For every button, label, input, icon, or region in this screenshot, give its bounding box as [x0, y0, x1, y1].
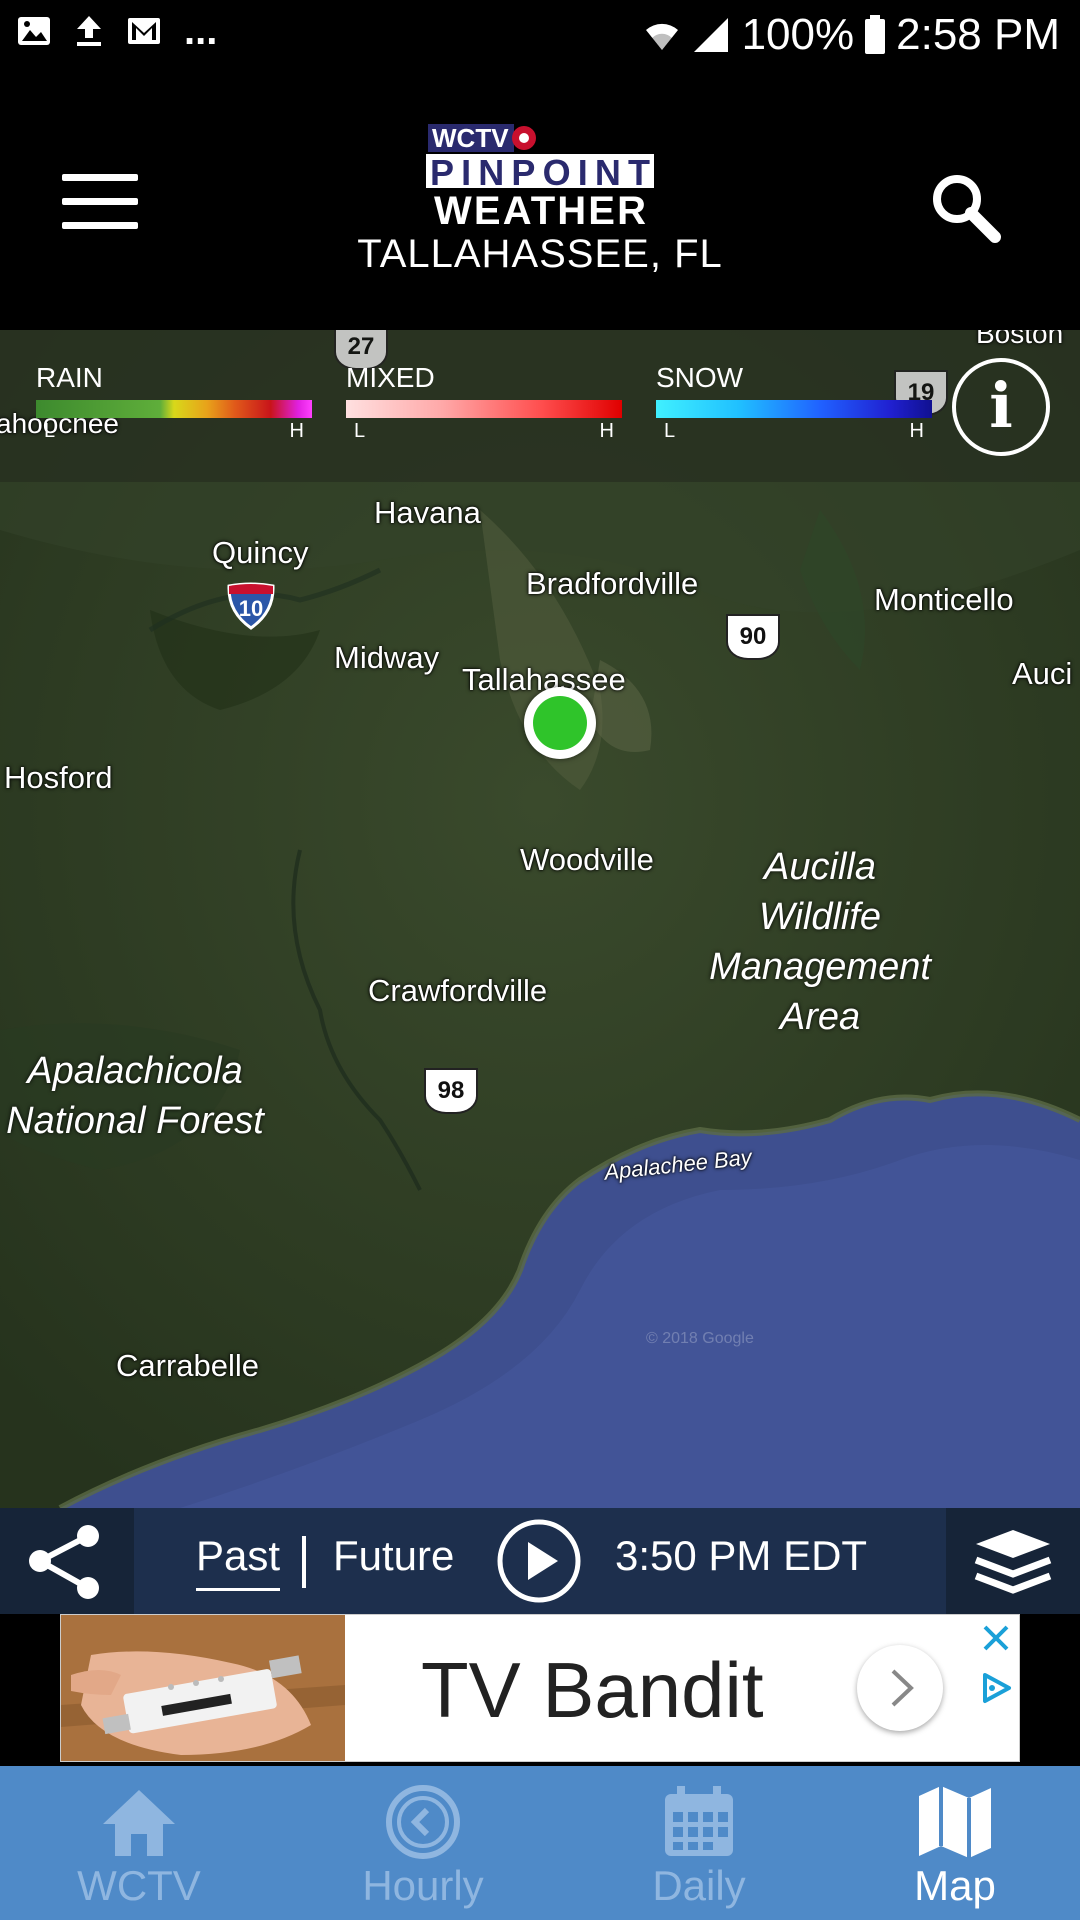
ad-title: TV Bandit	[421, 1646, 764, 1734]
nav-item-wctv[interactable]: WCTV	[4, 1766, 274, 1920]
layers-icon	[974, 1530, 1052, 1594]
gallery-notification-icon	[18, 17, 50, 45]
app-header: WCTV PINPOINT WEATHER TALLAHASSEE, FL	[0, 72, 1080, 330]
legend-snow: SNOW LH	[656, 362, 932, 443]
place-havana: Havana	[374, 495, 481, 530]
upload-notification-icon	[77, 16, 101, 46]
place-monticello: Monticello	[874, 582, 1014, 617]
search-icon	[933, 175, 1001, 243]
legend-rain-bar	[36, 400, 312, 418]
radar-playback-bar: Past Future 3:50 PM EDT	[0, 1508, 1080, 1614]
place-hosford: Hosford	[4, 760, 113, 795]
share-icon	[29, 1525, 99, 1599]
search-button[interactable]	[925, 167, 1005, 247]
location-title: TALLAHASSEE, FL	[357, 232, 723, 276]
legend-snow-title: SNOW	[656, 362, 744, 393]
nav-item-map[interactable]: Map	[820, 1766, 1080, 1920]
clock-icon	[386, 1785, 460, 1859]
radar-map[interactable]: Havana Quincy Bradfordville Monticello M…	[0, 330, 1080, 1508]
legend-mixed: MIXED LH	[346, 362, 622, 443]
place-bradfordville: Bradfordville	[526, 566, 699, 601]
battery-icon	[865, 15, 886, 54]
layers-button[interactable]	[946, 1508, 1080, 1614]
battery-percent: 100%	[741, 10, 855, 59]
close-icon	[983, 1625, 1009, 1651]
bottom-navigation: WCTV Hourly Daily Map	[0, 1766, 1080, 1920]
legend-rain-title: RAIN	[36, 362, 103, 393]
nav-label-hourly: Hourly	[362, 1862, 484, 1909]
nav-item-hourly[interactable]: Hourly	[288, 1766, 558, 1920]
ad-box[interactable]: TV Bandit	[60, 1614, 1020, 1762]
home-icon	[103, 1790, 175, 1856]
clock: 2:58 PM	[896, 10, 1060, 59]
nav-label-map: Map	[914, 1862, 996, 1909]
region-aucilla-wma: Aucilla Wildlife Management Area	[709, 846, 931, 1038]
info-button[interactable]: i	[952, 358, 1050, 456]
place-midway: Midway	[334, 640, 440, 675]
region-apalachicola-nf: Apalachicola National Forest	[6, 1050, 264, 1142]
us-98-shield: 98	[424, 1068, 478, 1114]
radar-timestamp: 3:50 PM EDT	[615, 1532, 868, 1579]
chevron-right-icon	[891, 1669, 914, 1707]
place-woodville: Woodville	[520, 842, 654, 877]
gmail-notification-icon	[128, 18, 160, 44]
map-icon	[919, 1786, 991, 1858]
more-notifications: ...	[184, 9, 218, 53]
play-button[interactable]	[496, 1518, 582, 1604]
place-quincy: Quincy	[212, 535, 309, 570]
current-location-marker	[524, 687, 596, 759]
status-bar: ... 100% 2:58 PM	[0, 0, 1080, 72]
map-attribution: © 2018 Google	[646, 1330, 754, 1347]
legend-mixed-bar	[346, 400, 622, 418]
svg-text:WCTV: WCTV	[432, 123, 509, 153]
ad-next-button[interactable]	[857, 1645, 943, 1731]
nav-label-wctv: WCTV	[77, 1862, 201, 1909]
adchoices-icon	[983, 1673, 1011, 1703]
place-carrabelle: Carrabelle	[116, 1348, 260, 1383]
wctv-pinpoint-weather-logo: WCTV PINPOINT WEATHER	[420, 122, 660, 233]
place-boston: Boston	[976, 330, 1064, 349]
place-crawfordville: Crawfordville	[368, 973, 548, 1008]
ad-close-button[interactable]	[981, 1623, 1011, 1653]
interstate-10-shield: 10	[226, 582, 276, 630]
tab-future[interactable]: Future	[333, 1532, 454, 1580]
tab-past[interactable]: Past	[196, 1532, 281, 1591]
nav-item-daily[interactable]: Daily	[564, 1766, 834, 1920]
ad-product-image	[61, 1615, 345, 1761]
legend-rain: RAIN LH	[36, 362, 312, 443]
adchoices-button[interactable]	[979, 1671, 1013, 1705]
nav-label-daily: Daily	[652, 1862, 746, 1909]
menu-button[interactable]	[62, 174, 138, 230]
calendar-icon	[665, 1786, 733, 1856]
us-90-shield: 90	[726, 614, 780, 660]
signal-icon	[693, 18, 728, 52]
tab-divider	[302, 1536, 306, 1588]
legend-snow-bar	[656, 400, 932, 418]
svg-text:WEATHER: WEATHER	[434, 189, 646, 232]
share-button[interactable]	[0, 1508, 134, 1614]
play-icon	[497, 1519, 581, 1603]
legend-mixed-title: MIXED	[346, 362, 435, 393]
ad-banner[interactable]: TV Bandit	[0, 1614, 1080, 1766]
wifi-icon	[645, 23, 678, 50]
place-auci: Auci	[1012, 656, 1073, 691]
precipitation-legend: ahoochee Boston 27 19 RAIN LH MIXED LH S…	[0, 330, 1080, 482]
